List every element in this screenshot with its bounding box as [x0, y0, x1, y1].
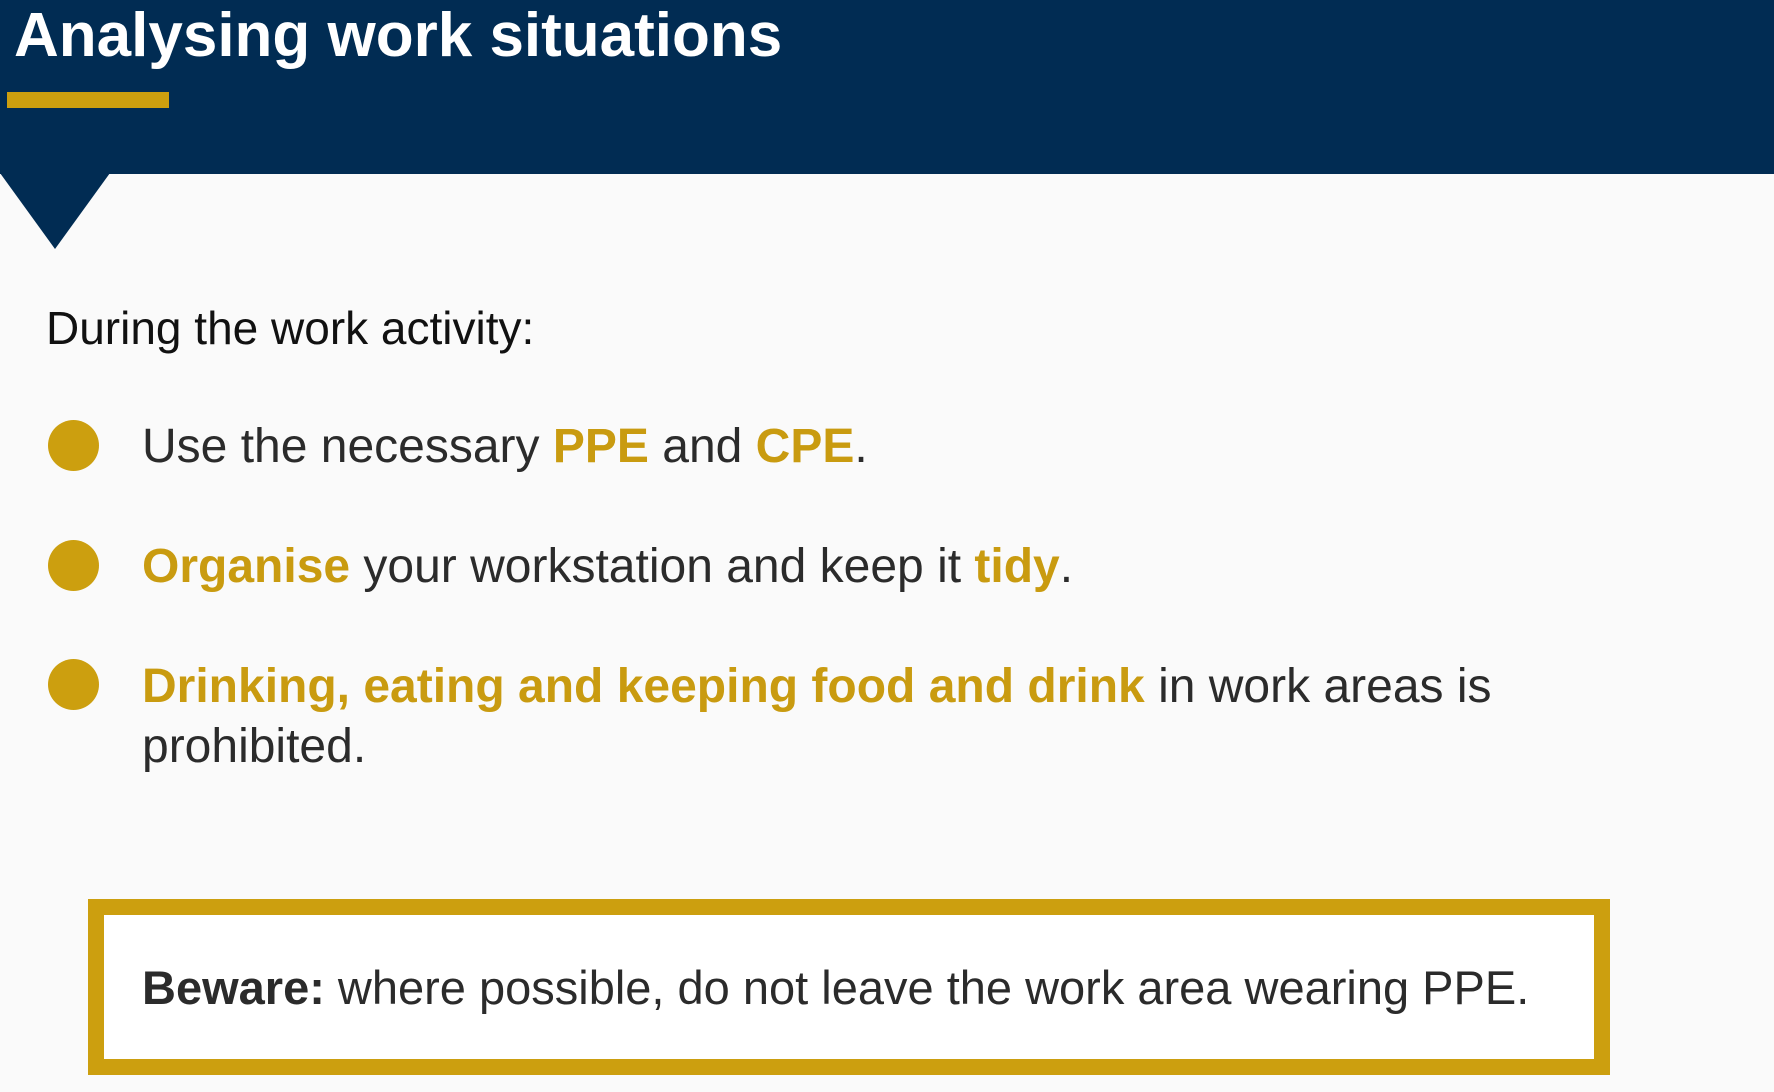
bullet-text-segment: your workstation and keep it [350, 540, 975, 593]
beware-callout-text: Beware: where possible, do not leave the… [142, 960, 1529, 1016]
bullet-text-segment: Use the necessary [142, 420, 553, 473]
bullet-highlight: PPE [552, 420, 649, 473]
bullet-text: Organise your workstation and keep it ti… [142, 537, 1542, 597]
header-banner: Analysing work situations [0, 0, 1774, 174]
bullet-text-segment: . [854, 420, 868, 473]
bullet-text: Drinking, eating and keeping food and dr… [142, 657, 1542, 777]
bullet-text: Use the necessary PPE and CPE. [142, 417, 1542, 477]
beware-message: where possible, do not leave the work ar… [324, 961, 1530, 1014]
bullet-dot-icon [48, 420, 99, 471]
beware-label: Beware: [142, 961, 325, 1014]
intro-text: During the work activity: [46, 302, 535, 354]
bullet-highlight: tidy [974, 540, 1060, 593]
bullet-highlight: CPE [755, 420, 855, 473]
bullet-highlight: Organise [142, 540, 351, 593]
bullet-text-segment: . [1059, 540, 1074, 593]
bullet-dot-icon [48, 540, 99, 591]
bullet-dot-icon [48, 659, 99, 710]
header-pointer-notch [0, 173, 110, 249]
page-title: Analysing work situations [14, 1, 783, 70]
bullet-highlight: Drinking, eating and keeping food and dr… [142, 660, 1145, 713]
bullet-text-segment: and [648, 420, 756, 473]
title-underline [7, 92, 169, 108]
